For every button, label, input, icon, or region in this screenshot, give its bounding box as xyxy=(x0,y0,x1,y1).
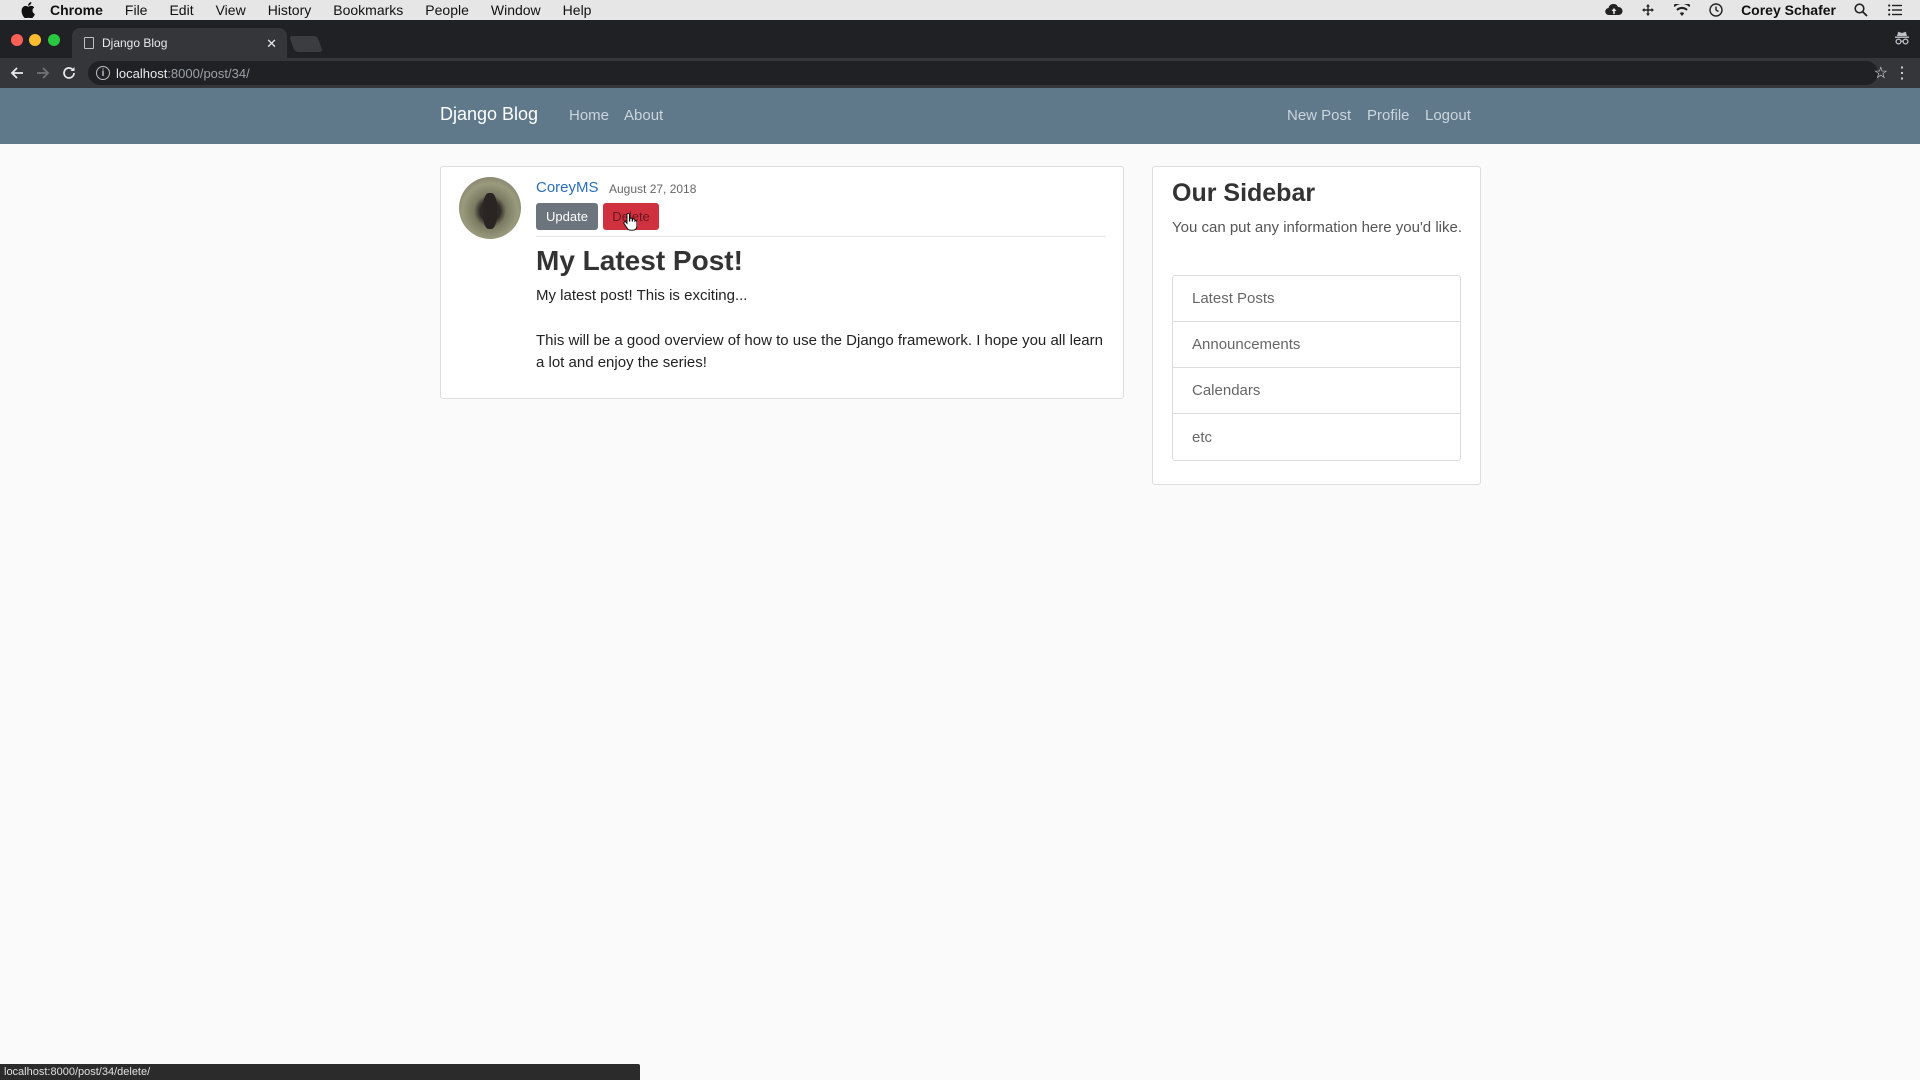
address-bar[interactable]: i localhost :8000/post/34/ xyxy=(88,61,1878,85)
menu-people[interactable]: People xyxy=(425,2,469,18)
nav-link-about[interactable]: About xyxy=(624,107,663,124)
incognito-icon[interactable] xyxy=(1894,31,1910,47)
menu-history[interactable]: History xyxy=(268,2,312,18)
status-tray: Corey Schafer xyxy=(1605,0,1904,20)
window-close-button[interactable] xyxy=(11,34,23,46)
post-divider xyxy=(536,236,1106,237)
hand-cursor-icon xyxy=(623,212,638,231)
menu-help[interactable]: Help xyxy=(563,2,592,18)
browser-toolbar: i localhost :8000/post/34/ ☆ ⋮ xyxy=(0,58,1920,88)
sidebar-item-calendars[interactable]: Calendars xyxy=(1173,368,1460,414)
update-button[interactable]: Update xyxy=(536,203,598,230)
move-arrows-icon[interactable] xyxy=(1639,1,1657,19)
chrome-menu-icon[interactable]: ⋮ xyxy=(1894,63,1910,83)
browser-tab-active[interactable]: Django Blog ✕ xyxy=(72,28,287,58)
menu-window[interactable]: Window xyxy=(491,2,541,18)
new-tab-button[interactable] xyxy=(289,36,323,52)
nav-link-home[interactable]: Home xyxy=(569,107,609,124)
post-title: My Latest Post! xyxy=(536,245,743,276)
menu-bookmarks[interactable]: Bookmarks xyxy=(333,2,403,18)
tab-title: Django Blog xyxy=(102,36,168,50)
menu-file[interactable]: File xyxy=(125,2,148,18)
post-author-link[interactable]: CoreyMS xyxy=(536,179,599,196)
sidebar-title: Our Sidebar xyxy=(1172,179,1316,207)
nav-link-profile[interactable]: Profile xyxy=(1367,107,1410,124)
sidebar-item-etc[interactable]: etc xyxy=(1173,414,1460,460)
notification-center-icon[interactable] xyxy=(1886,1,1904,19)
menu-app-name[interactable]: Chrome xyxy=(50,2,103,18)
back-arrow-icon[interactable] xyxy=(4,60,30,86)
url-path: :8000/post/34/ xyxy=(167,65,250,81)
post-paragraph: My latest post! This is exciting... xyxy=(536,287,748,304)
sidebar-description: You can put any information here you'd l… xyxy=(1172,219,1462,236)
sidebar-card: Our Sidebar You can put any information … xyxy=(1152,166,1481,485)
clock-icon[interactable] xyxy=(1707,1,1725,19)
apple-icon[interactable] xyxy=(18,0,38,20)
cloud-upload-icon[interactable] xyxy=(1605,1,1623,19)
navbar-brand[interactable]: Django Blog xyxy=(440,104,538,125)
sidebar-list: Latest Posts Announcements Calendars etc xyxy=(1172,275,1461,461)
menu-edit[interactable]: Edit xyxy=(169,2,193,18)
page-icon xyxy=(84,37,94,49)
sidebar-item-announcements[interactable]: Announcements xyxy=(1173,322,1460,368)
window-minimize-button[interactable] xyxy=(29,34,41,46)
menu-view[interactable]: View xyxy=(216,2,246,18)
menubar-user-name[interactable]: Corey Schafer xyxy=(1741,2,1836,18)
url-host: localhost xyxy=(116,65,168,81)
forward-arrow-icon[interactable] xyxy=(30,60,56,86)
sidebar-item-latest-posts[interactable]: Latest Posts xyxy=(1173,276,1460,322)
spotlight-search-icon[interactable] xyxy=(1852,1,1870,19)
browser-tabstrip xyxy=(0,20,1920,58)
window-fullscreen-button[interactable] xyxy=(48,34,60,46)
post-content: My latest post! This is exciting... This… xyxy=(536,285,1106,397)
site-info-icon[interactable]: i xyxy=(96,66,110,80)
site-navbar: Django Blog Home About New Post Profile … xyxy=(0,88,1920,144)
nav-link-logout[interactable]: Logout xyxy=(1425,107,1471,124)
post-date: August 27, 2018 xyxy=(609,182,697,196)
wifi-icon[interactable] xyxy=(1673,1,1691,19)
avatar-image xyxy=(483,193,497,229)
reload-icon[interactable] xyxy=(56,60,82,86)
post-paragraph: This will be a good overview of how to u… xyxy=(536,332,1103,371)
macos-menubar: Chrome File Edit View History Bookmarks … xyxy=(0,0,1920,20)
bookmark-star-icon[interactable]: ☆ xyxy=(1874,63,1888,83)
nav-link-new-post[interactable]: New Post xyxy=(1287,107,1351,124)
post-card: CoreyMS August 27, 2018 Update Delete My… xyxy=(440,166,1124,399)
tab-close-icon[interactable]: ✕ xyxy=(266,36,277,52)
link-status-bar: localhost:8000/post/34/delete/ xyxy=(0,1064,640,1080)
author-avatar xyxy=(459,177,521,239)
